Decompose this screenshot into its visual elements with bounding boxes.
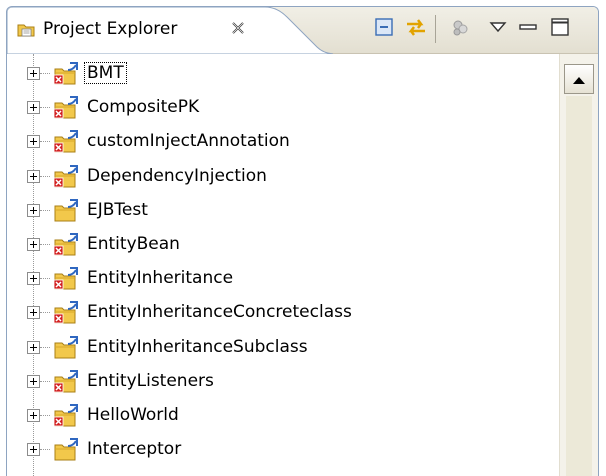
tree-connector [40, 346, 50, 348]
folder-icon [17, 20, 37, 40]
expand-icon[interactable] [27, 306, 40, 320]
project-error-icon [53, 164, 79, 190]
expand-icon[interactable] [27, 340, 40, 354]
maximize-icon [549, 16, 571, 42]
project-label: DependencyInjection [87, 165, 267, 186]
project-error-icon [53, 403, 79, 429]
tab-project-explorer[interactable]: Project Explorer [7, 7, 334, 54]
project-label: EntityInheritanceSubclass [87, 336, 308, 357]
project-label: EJBTest [87, 199, 148, 220]
expand-icon[interactable] [27, 374, 40, 388]
project-tree[interactable]: BMT CompositePK customInjectAnnotation Depe… [7, 54, 559, 476]
tree-connector [40, 209, 50, 211]
link-with-editor-button[interactable] [403, 16, 429, 42]
tree-item[interactable]: EntityInheritanceSubclass [7, 331, 559, 365]
project-error-icon [53, 266, 79, 292]
scroll-track[interactable] [566, 96, 592, 476]
expand-icon[interactable] [27, 101, 40, 115]
tree-connector [40, 73, 50, 74]
tree-item[interactable]: CompositePK [7, 91, 559, 125]
tree-connector [40, 141, 50, 143]
link-with-editor-icon [404, 16, 428, 42]
tree-item[interactable]: EntityBean [7, 228, 559, 262]
project-label: EntityBean [87, 234, 180, 254]
tree-item[interactable]: customInjectAnnotation [7, 125, 559, 159]
vertical-scrollbar[interactable] [559, 54, 598, 476]
tree-connector [40, 244, 50, 245]
tree-item[interactable]: EntityListeners [7, 365, 559, 399]
project-folder-icon [53, 437, 79, 463]
project-error-icon [53, 95, 79, 121]
project-label: CompositePK [87, 97, 200, 118]
minimize-button[interactable] [515, 16, 541, 42]
toolbar-separator [435, 15, 436, 43]
tree-connector [40, 380, 50, 382]
project-label: EntityListeners [87, 370, 214, 391]
expand-icon[interactable] [27, 238, 40, 251]
project-label: Interceptor [87, 439, 182, 460]
filter-icon [449, 16, 471, 42]
arrow-up-icon [572, 70, 586, 89]
collapse-all-icon [373, 16, 395, 42]
project-label: BMT [84, 62, 127, 84]
tree-item[interactable]: EJBTest [7, 194, 559, 228]
expand-icon[interactable] [27, 67, 40, 80]
tree-item[interactable]: EntityInheritanceConcreteclass [7, 296, 559, 330]
project-error-icon [53, 300, 79, 326]
tree-connector [40, 415, 50, 416]
project-explorer-view: Project Explorer BMT CompositePK customI… [6, 6, 599, 476]
collapse-all-button[interactable] [371, 16, 397, 42]
expand-icon[interactable] [27, 135, 40, 149]
minimize-icon [517, 19, 539, 39]
project-label: HelloWorld [87, 405, 179, 425]
tree-connector [40, 175, 50, 177]
expand-icon[interactable] [27, 203, 40, 217]
tree-connector [40, 312, 50, 314]
close-icon[interactable] [227, 17, 249, 39]
project-error-icon [53, 129, 79, 155]
tab-title: Project Explorer [43, 19, 178, 39]
project-error-icon [53, 369, 79, 395]
project-folder-icon [53, 335, 79, 361]
project-label: customInjectAnnotation [87, 131, 290, 152]
scroll-up-button[interactable] [564, 64, 594, 94]
tree-item[interactable]: EntityInheritance [7, 262, 559, 296]
project-folder-icon [53, 198, 79, 224]
tree-connector [40, 278, 50, 280]
tree-item[interactable]: Interceptor [7, 433, 559, 467]
filter-button[interactable] [447, 16, 473, 42]
project-label: EntityInheritanceConcreteclass [87, 302, 352, 323]
tree-connector [40, 107, 50, 109]
tree-connector [40, 449, 50, 451]
view-menu-button[interactable] [485, 16, 511, 42]
tree-item[interactable]: BMT [7, 57, 559, 91]
project-error-icon [53, 61, 79, 87]
expand-icon[interactable] [27, 169, 40, 183]
maximize-button[interactable] [547, 16, 573, 42]
chevron-down-icon [488, 19, 508, 39]
project-error-icon [53, 232, 79, 258]
tree-item[interactable]: DependencyInjection [7, 160, 559, 194]
view-header: Project Explorer [7, 7, 598, 54]
expand-icon[interactable] [27, 443, 40, 457]
tree-item[interactable]: HelloWorld [7, 399, 559, 433]
expand-icon[interactable] [27, 409, 40, 422]
project-label: EntityInheritance [87, 268, 234, 289]
expand-icon[interactable] [27, 272, 40, 286]
